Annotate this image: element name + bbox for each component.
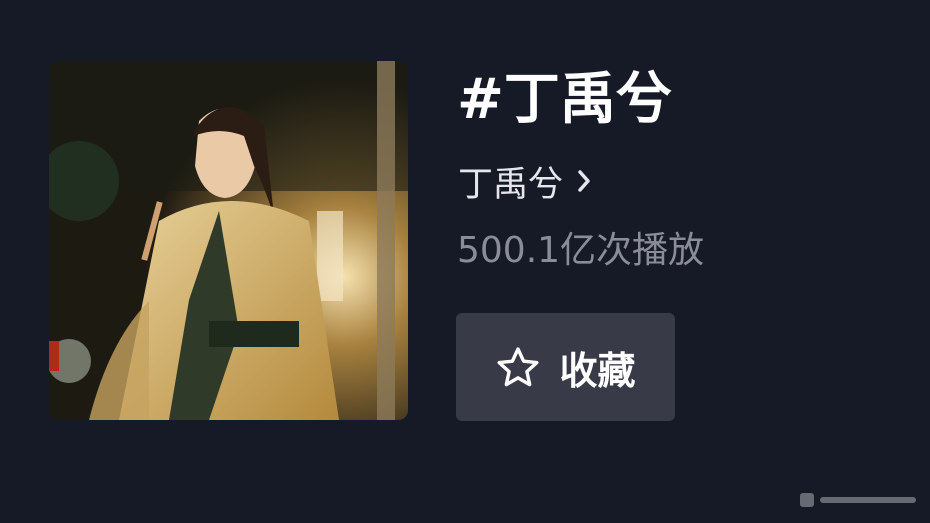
- favorite-button[interactable]: 收藏: [456, 313, 675, 421]
- watermark-logo: [800, 493, 916, 507]
- favorite-label: 收藏: [559, 348, 636, 393]
- star-outline-icon: [495, 345, 541, 389]
- creator-link[interactable]: 丁禹兮: [458, 157, 591, 205]
- topic-header: #丁禹兮 丁禹兮 500.1亿次播放 收藏: [0, 0, 930, 523]
- chevron-right-icon: [577, 169, 591, 193]
- cover-illustration: [49, 61, 408, 420]
- creator-name: 丁禹兮: [458, 164, 564, 205]
- topic-title: #丁禹兮: [457, 67, 672, 132]
- play-count: 500.1亿次播放: [457, 230, 705, 271]
- topic-cover-image[interactable]: [49, 61, 408, 420]
